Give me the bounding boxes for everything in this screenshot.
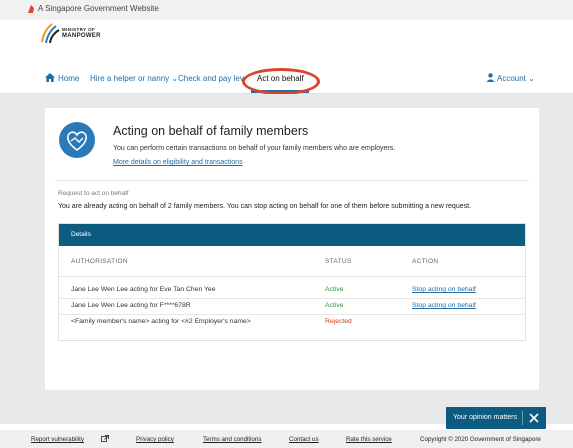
section-divider	[55, 180, 529, 181]
authorisation-table: Details AUTHORISATION STATUS ACTION Jane…	[58, 223, 526, 341]
row-divider	[59, 298, 525, 299]
table-header-divider	[59, 276, 525, 277]
page-description: You can perform certain transactions on …	[113, 145, 396, 152]
table-title-bar: Details	[59, 224, 525, 246]
page-footer: Report vulnerability Privacy policy Term…	[0, 430, 573, 448]
highlight-annotation-oval	[242, 68, 320, 95]
government-banner-text: A Singapore Government Website	[38, 4, 159, 13]
row-status: Active	[325, 302, 344, 309]
column-header-status: STATUS	[325, 258, 352, 265]
nav-check-and-pay-levy[interactable]: Check and pay lev	[178, 74, 244, 83]
person-icon[interactable]	[486, 73, 495, 82]
footer-link-privacy-policy[interactable]: Privacy policy	[136, 436, 174, 443]
column-header-action: ACTION	[412, 258, 439, 265]
logo-line2: MANPOWER	[62, 33, 101, 39]
feedback-button-label[interactable]: Your opinion matters	[453, 414, 517, 421]
row-status: Rejected	[325, 318, 352, 325]
feedback-widget[interactable]: Your opinion matters	[446, 407, 546, 429]
table-row: Jane Lee Wen Lee acting for F****678R Ac…	[59, 302, 525, 315]
mom-logo[interactable]: MINISTRY OF MANPOWER	[38, 22, 118, 44]
government-banner: A Singapore Government Website	[0, 0, 573, 20]
feedback-divider	[522, 411, 523, 425]
table-title: Details	[71, 231, 91, 238]
footer-link-contact-us[interactable]: Contact us	[289, 436, 319, 443]
footer-link-rate-service[interactable]: Rate this service	[346, 436, 392, 443]
nav-account-menu[interactable]: Account ⌄	[497, 74, 535, 83]
row-divider	[59, 314, 525, 315]
column-header-authorisation: AUTHORISATION	[71, 258, 128, 265]
row-status: Active	[325, 286, 344, 293]
external-link-icon	[101, 435, 109, 442]
row-authorisation: Jane Lee Wen Lee acting for Eve Tan Chen…	[71, 286, 216, 293]
row-authorisation: Jane Lee Wen Lee acting for F****678R	[71, 302, 191, 309]
footer-link-terms[interactable]: Terms and conditions	[203, 436, 261, 443]
eligibility-link[interactable]: More details on eligibility and transact…	[113, 159, 243, 166]
footer-copyright: Copyright © 2020 Government of Singapore	[420, 436, 541, 443]
nav-home[interactable]: Home	[58, 74, 79, 83]
logo-line1: MINISTRY OF	[62, 27, 96, 32]
row-authorisation: <Family member's name> acting for <#2 Em…	[71, 318, 251, 325]
lion-head-icon	[28, 5, 34, 13]
close-icon[interactable]	[527, 411, 541, 425]
request-section-label: Request to act on behalf	[58, 190, 129, 197]
mom-logo-mark-icon	[41, 23, 60, 44]
main-navigation: Home Hire a helper or nanny ⌄ Check and …	[0, 60, 573, 95]
heart-handshake-icon	[59, 122, 95, 158]
home-icon[interactable]	[45, 73, 55, 82]
page-title: Acting on behalf of family members	[113, 124, 309, 138]
nav-hire-helper[interactable]: Hire a helper or nanny ⌄	[90, 74, 178, 83]
request-info-text: You are already acting on behalf of 2 fa…	[58, 203, 471, 210]
table-row: Jane Lee Wen Lee acting for Eve Tan Chen…	[59, 286, 525, 299]
stop-acting-link[interactable]: Stop acting on behalf	[412, 286, 476, 293]
stop-acting-link[interactable]: Stop acting on behalf	[412, 302, 476, 309]
table-row: <Family member's name> acting for <#2 Em…	[59, 318, 525, 331]
footer-link-report-vulnerability[interactable]: Report vulnerability	[31, 436, 84, 443]
